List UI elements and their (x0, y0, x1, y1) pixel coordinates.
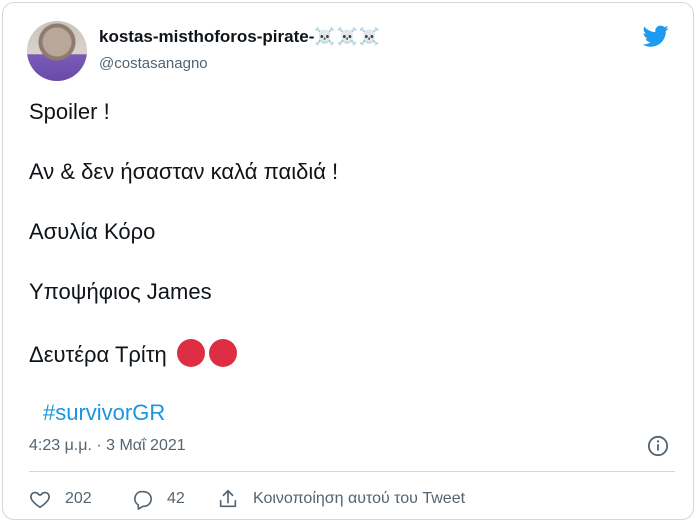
red-circle-emoji (208, 339, 237, 367)
avatar[interactable] (27, 21, 87, 81)
tweet-text-line: Υποψήφιος James (29, 279, 212, 304)
like-button[interactable]: 202 (29, 488, 92, 510)
tweet-text-line-emoji: Δευτέρα Τρίτη (29, 339, 237, 368)
info-icon[interactable] (647, 435, 669, 457)
share-icon (219, 489, 237, 508)
twitter-bird-icon[interactable] (641, 23, 671, 49)
like-count: 202 (65, 490, 92, 507)
hashtag-link[interactable]: #survivorGR (43, 400, 165, 426)
reply-icon (134, 490, 152, 510)
tweet-text-line: Spoiler ! (29, 99, 110, 124)
author-name[interactable]: kostas-misthoforos-pirate-☠️☠️☠️ (99, 27, 381, 47)
tweet-text-line: Αν & δεν ήσασταν καλά παιδιά ! (29, 159, 339, 184)
reply-count: 42 (167, 490, 185, 507)
share-label: Κοινοποίηση αυτού του Tweet (253, 490, 466, 507)
tweet-timestamp[interactable]: 4:23 μ.μ. · 3 Μαΐ 2021 (29, 437, 186, 455)
reply-button[interactable]: 42 (131, 488, 185, 510)
divider (29, 471, 675, 472)
heart-icon (30, 491, 50, 509)
tweet-text-line: Ασυλία Κόρο (29, 219, 156, 244)
tweet-text-line: Δευτέρα Τρίτη (29, 342, 167, 367)
author-emoji: ☠️☠️☠️ (314, 27, 381, 46)
share-button[interactable]: Κοινοποίηση αυτού του Tweet (217, 488, 465, 510)
tweet-card: kostas-misthoforos-pirate-☠️☠️☠️ @costas… (2, 2, 694, 520)
red-circle-emoji (176, 339, 205, 367)
author-handle[interactable]: @costasanagno (99, 55, 208, 72)
author-name-text: kostas-misthoforos-pirate- (99, 27, 315, 46)
